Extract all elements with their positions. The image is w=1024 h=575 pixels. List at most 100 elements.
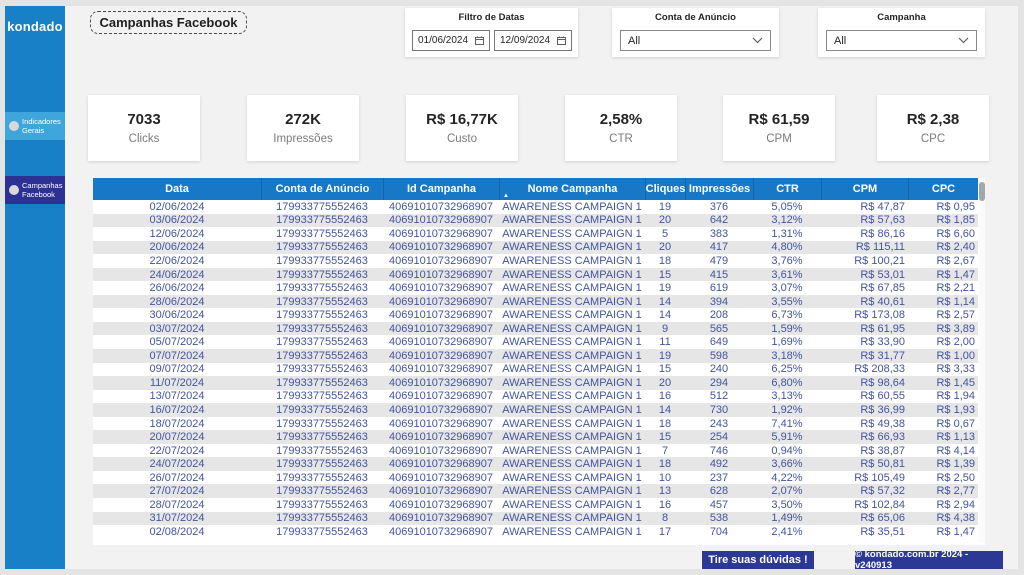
table-cell: 179933775552463: [261, 335, 383, 349]
table-cell: 16: [645, 498, 685, 512]
table-row[interactable]: 12/06/2024179933775552463406910107329689…: [93, 227, 978, 241]
table-cell: AWARENESS CAMPAIGN 1: [499, 335, 645, 349]
column-header-id-campanha[interactable]: Id Campanha: [383, 178, 499, 200]
table-row[interactable]: 20/07/2024179933775552463406910107329689…: [93, 430, 978, 444]
table-cell: AWARENESS CAMPAIGN 1: [499, 227, 645, 241]
table-row[interactable]: 03/07/2024179933775552463406910107329689…: [93, 322, 978, 336]
table-cell: 40691010732968907: [383, 322, 499, 336]
table-cell: 704: [685, 525, 753, 539]
table-cell: 20/06/2024: [93, 241, 261, 255]
table-row[interactable]: 26/07/2024179933775552463406910107329689…: [93, 471, 978, 485]
table-cell: 15: [645, 430, 685, 444]
table-row[interactable]: 16/07/2024179933775552463406910107329689…: [93, 403, 978, 417]
table-row[interactable]: 03/06/2024179933775552463406910107329689…: [93, 214, 978, 228]
table-row[interactable]: 28/06/2024179933775552463406910107329689…: [93, 295, 978, 309]
table-cell: 40691010732968907: [383, 403, 499, 417]
column-header-impress-es[interactable]: Impressões: [685, 178, 753, 200]
campaign-dropdown[interactable]: All: [826, 30, 977, 51]
table-cell: 179933775552463: [261, 512, 383, 526]
table-cell: R$ 4,14: [908, 444, 978, 458]
table-cell: 14: [645, 308, 685, 322]
table-row[interactable]: 02/08/2024179933775552463406910107329689…: [93, 525, 978, 539]
table-cell: R$ 3,33: [908, 363, 978, 377]
table-cell: AWARENESS CAMPAIGN 1: [499, 390, 645, 404]
scrollbar-thumb[interactable]: [979, 182, 985, 201]
table-cell: R$ 98,64: [821, 376, 908, 390]
table-cell: 3,55%: [753, 295, 821, 309]
table-cell: 40691010732968907: [383, 471, 499, 485]
column-header-ctr[interactable]: CTR: [753, 178, 821, 200]
column-header-cpm[interactable]: CPM: [821, 178, 908, 200]
kpi-value: 2,58%: [600, 111, 643, 128]
column-header-conta-de-an-ncio[interactable]: Conta de Anúncio: [261, 178, 383, 200]
table-cell: 3,12%: [753, 214, 821, 228]
table-cell: 3,50%: [753, 498, 821, 512]
table-cell: R$ 57,32: [821, 484, 908, 498]
help-button[interactable]: Tire suas dúvidas !: [702, 551, 814, 569]
table-cell: R$ 1,94: [908, 390, 978, 404]
table-row[interactable]: 11/07/2024179933775552463406910107329689…: [93, 376, 978, 390]
table-cell: 28/06/2024: [93, 295, 261, 309]
table-cell: 179933775552463: [261, 349, 383, 363]
table-cell: 649: [685, 335, 753, 349]
sidebar-item-indicadores-gerais[interactable]: Indicadores Gerais: [5, 112, 65, 140]
table-cell: 3,66%: [753, 457, 821, 471]
table-row[interactable]: 05/07/2024179933775552463406910107329689…: [93, 335, 978, 349]
account-dropdown[interactable]: All: [620, 30, 771, 51]
table-cell: R$ 6,60: [908, 227, 978, 241]
account-filter-label: Conta de Anúncio: [612, 12, 779, 23]
table-cell: R$ 0,67: [908, 417, 978, 431]
table-row[interactable]: 02/06/2024179933775552463406910107329689…: [93, 200, 978, 214]
table-cell: 376: [685, 200, 753, 214]
table-row[interactable]: 18/07/2024179933775552463406910107329689…: [93, 417, 978, 431]
table-cell: 40691010732968907: [383, 417, 499, 431]
table-row[interactable]: 28/07/2024179933775552463406910107329689…: [93, 498, 978, 512]
table-cell: 5,05%: [753, 200, 821, 214]
account-dropdown-value: All: [628, 35, 640, 47]
table-scrollbar[interactable]: [979, 179, 985, 543]
table-cell: 13: [645, 484, 685, 498]
table-cell: R$ 208,33: [821, 363, 908, 377]
table-cell: 40691010732968907: [383, 214, 499, 228]
kpi-value: R$ 16,77K: [426, 111, 498, 128]
table-row[interactable]: 22/07/2024179933775552463406910107329689…: [93, 444, 978, 458]
sidebar-item-label: Indicadores Gerais: [22, 117, 62, 136]
table-row[interactable]: 31/07/2024179933775552463406910107329689…: [93, 512, 978, 526]
table-cell: R$ 1,85: [908, 214, 978, 228]
table-row[interactable]: 13/07/2024179933775552463406910107329689…: [93, 390, 978, 404]
table-row[interactable]: 27/07/2024179933775552463406910107329689…: [93, 484, 978, 498]
table-cell: 20/07/2024: [93, 430, 261, 444]
table-cell: R$ 86,16: [821, 227, 908, 241]
kpi-card-impressoes: 272K Impressões: [247, 95, 359, 161]
column-header-cpc[interactable]: CPC: [908, 178, 978, 200]
column-header-nome-campanha[interactable]: Nome Campanha▲: [499, 178, 645, 200]
column-header-cliques[interactable]: Cliques: [645, 178, 685, 200]
table-cell: 3,13%: [753, 390, 821, 404]
table-row[interactable]: 22/06/2024179933775552463406910107329689…: [93, 254, 978, 268]
table-row[interactable]: 07/07/2024179933775552463406910107329689…: [93, 349, 978, 363]
kpi-value: 272K: [285, 111, 321, 128]
table-cell: 16: [645, 390, 685, 404]
table-row[interactable]: 30/06/2024179933775552463406910107329689…: [93, 308, 978, 322]
table-row[interactable]: 26/06/2024179933775552463406910107329689…: [93, 281, 978, 295]
table-cell: 12/06/2024: [93, 227, 261, 241]
table-cell: 18/07/2024: [93, 417, 261, 431]
table-cell: 6,80%: [753, 376, 821, 390]
table-cell: R$ 173,08: [821, 308, 908, 322]
table-cell: 26/07/2024: [93, 471, 261, 485]
table-row[interactable]: 24/07/2024179933775552463406910107329689…: [93, 457, 978, 471]
table-row[interactable]: 20/06/2024179933775552463406910107329689…: [93, 241, 978, 255]
table-cell: R$ 60,55: [821, 390, 908, 404]
table-cell: R$ 36,99: [821, 403, 908, 417]
table-cell: R$ 38,87: [821, 444, 908, 458]
table-row[interactable]: 09/07/2024179933775552463406910107329689…: [93, 363, 978, 377]
table-cell: 40691010732968907: [383, 268, 499, 282]
sidebar-item-campanhas-facebook[interactable]: Campanhas Facebook: [5, 176, 65, 204]
table-row[interactable]: 24/06/2024179933775552463406910107329689…: [93, 268, 978, 282]
start-date-input[interactable]: 01/06/2024: [412, 30, 490, 51]
calendar-icon[interactable]: [557, 36, 566, 45]
table-cell: AWARENESS CAMPAIGN 1: [499, 498, 645, 512]
column-header-data[interactable]: Data: [93, 178, 261, 200]
calendar-icon[interactable]: [475, 36, 484, 45]
end-date-input[interactable]: 12/09/2024: [494, 30, 572, 51]
